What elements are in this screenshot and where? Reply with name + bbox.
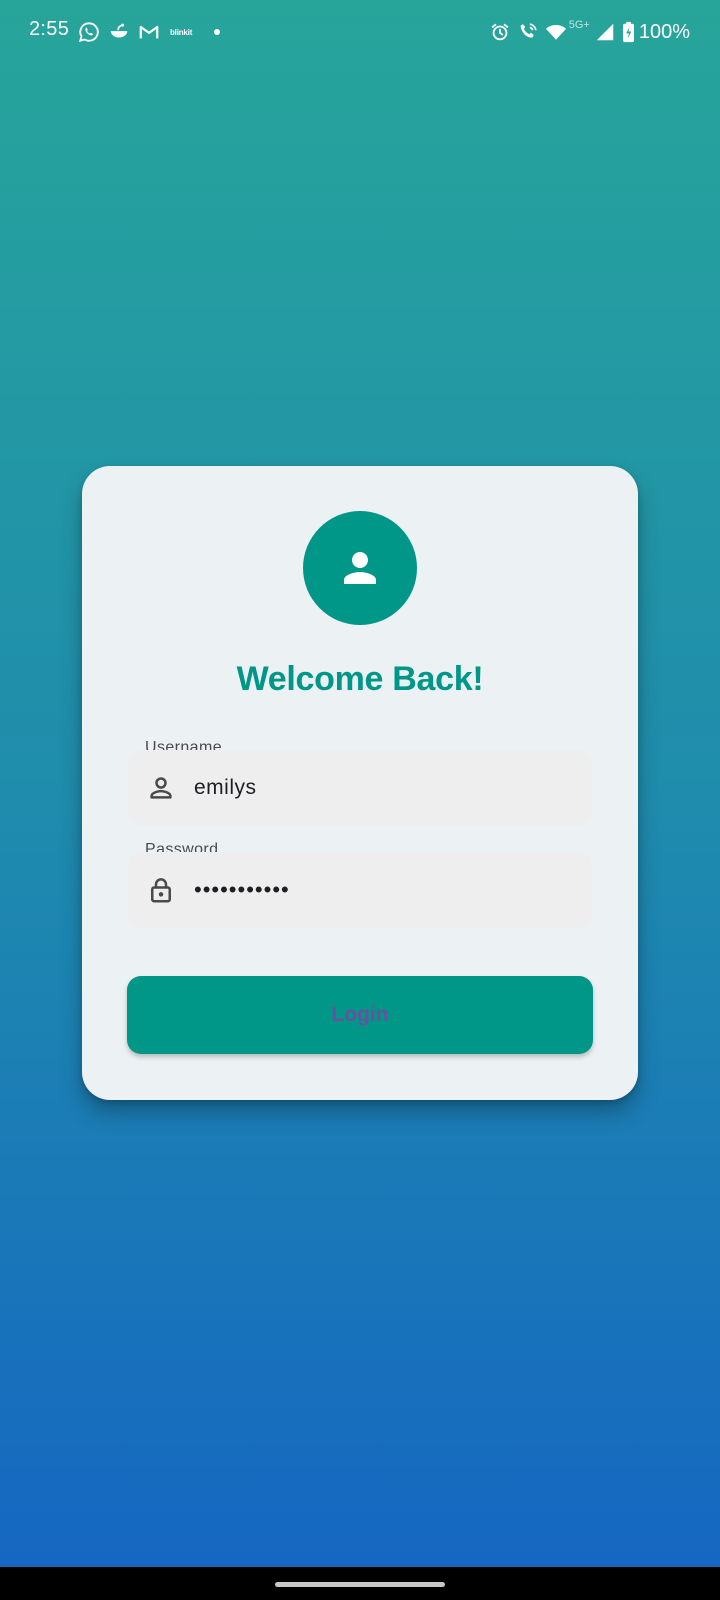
wifi-calling-icon [520,23,537,38]
system-icons: 5G+ 100% [489,18,690,46]
avatar [303,511,417,625]
login-card: Welcome Back! Username Password Login [82,466,638,1100]
username-field[interactable] [128,750,592,826]
blinkit-icon: blinkit [170,27,193,37]
status-bar: 2:55 blinkit 5G+ 100% [0,0,720,64]
password-field[interactable] [128,852,592,928]
username-input[interactable] [194,750,574,826]
navigation-bar [0,1567,720,1600]
whatsapp-icon [78,22,99,43]
login-button[interactable]: Login [127,976,593,1054]
welcome-title: Welcome Back! [236,660,484,698]
lock-icon [151,878,171,903]
status-time: 2:55 [29,18,70,40]
battery-percentage: 100% [638,20,690,43]
more-notifications-dot [214,29,221,35]
swiggy-icon [110,23,128,38]
wifi-icon [545,25,566,40]
person-icon [344,552,376,584]
notification-icons: blinkit [78,20,221,44]
gmail-icon [139,25,159,39]
cellular-signal-icon [596,23,614,41]
alarm-icon [491,23,508,41]
battery-charging-icon [622,21,634,43]
password-input[interactable] [194,852,574,928]
person-outline-icon [150,777,172,799]
home-gesture-handle[interactable] [275,1582,445,1587]
network-type-label: 5G+ [568,19,590,31]
